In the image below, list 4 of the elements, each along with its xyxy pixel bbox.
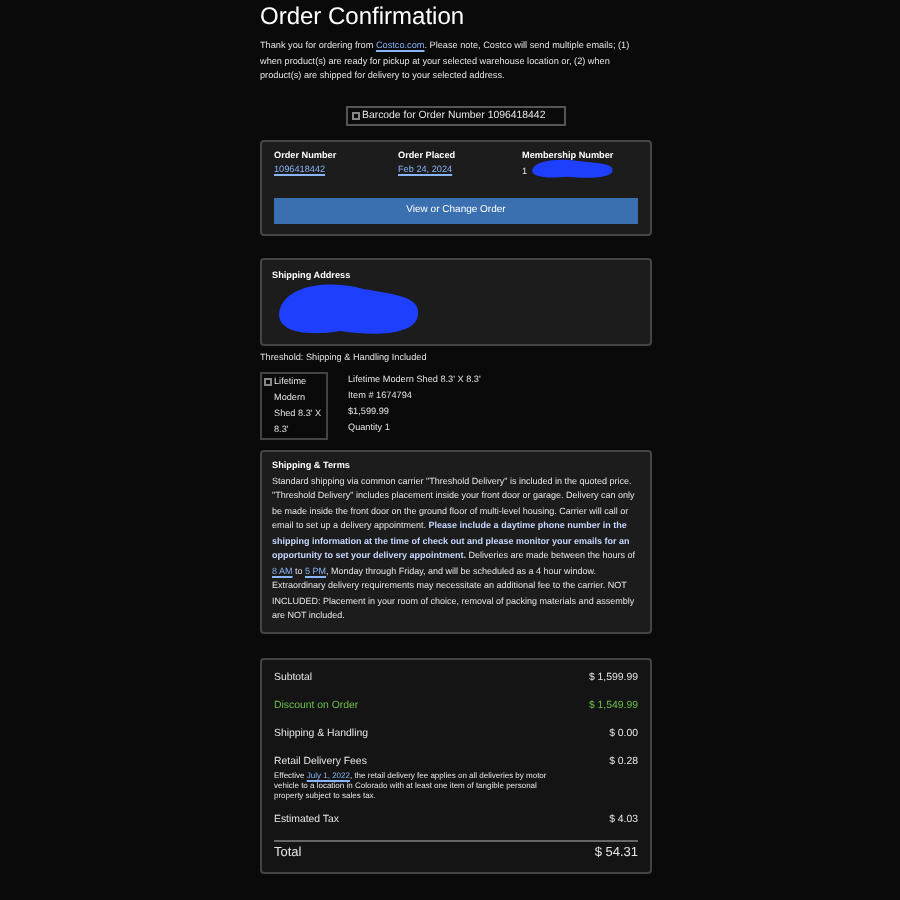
page-title: Order Confirmation <box>260 0 467 30</box>
broken-image-icon <box>352 111 360 119</box>
broken-image-icon <box>264 377 272 385</box>
redaction-scribble <box>527 157 616 179</box>
